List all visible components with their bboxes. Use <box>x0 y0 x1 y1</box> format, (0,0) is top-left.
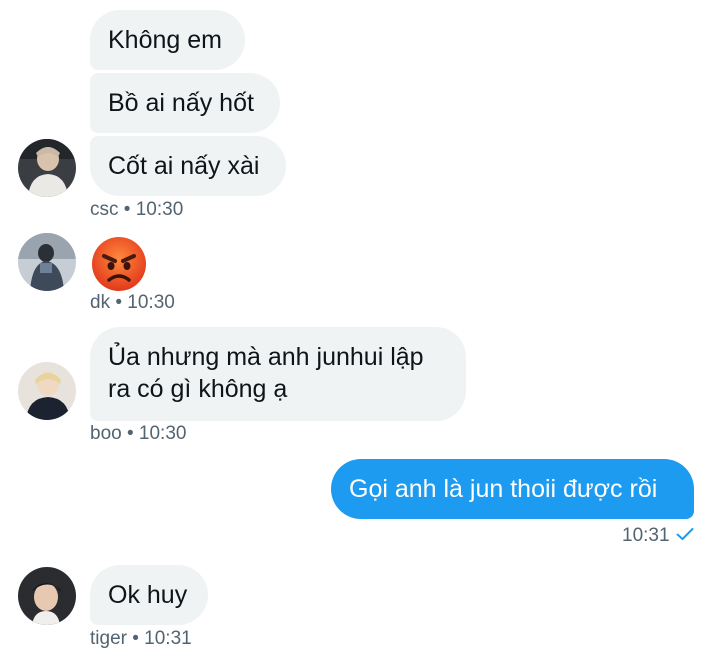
message-meta: csc • 10:30 <box>90 199 184 220</box>
message-meta: tiger • 10:31 <box>90 628 192 649</box>
sent-check-icon <box>676 525 694 547</box>
avatar-dk[interactable] <box>18 233 76 291</box>
avatar-tiger[interactable] <box>18 567 76 625</box>
message-bubble[interactable]: Không em <box>90 10 245 70</box>
avatar-csc[interactable] <box>18 139 76 197</box>
message-bubble[interactable]: Ủa nhưng mà anh junhui lập ra có gì khôn… <box>90 327 466 421</box>
message-bubble[interactable]: Cốt ai nấy xài <box>90 136 286 196</box>
message-meta: 10:31 <box>622 525 694 547</box>
message-meta: dk • 10:30 <box>90 292 175 313</box>
message-bubble[interactable]: Bồ ai nấy hốt <box>90 73 280 133</box>
message-meta: boo • 10:30 <box>90 423 187 444</box>
avatar-boo[interactable] <box>18 362 76 420</box>
message-time: 10:31 <box>622 525 670 547</box>
angry-face-icon[interactable] <box>90 235 148 293</box>
message-bubble-outgoing[interactable]: Gọi anh là jun thoii được rồi <box>331 459 694 519</box>
message-bubble[interactable]: Ok huy <box>90 565 208 625</box>
